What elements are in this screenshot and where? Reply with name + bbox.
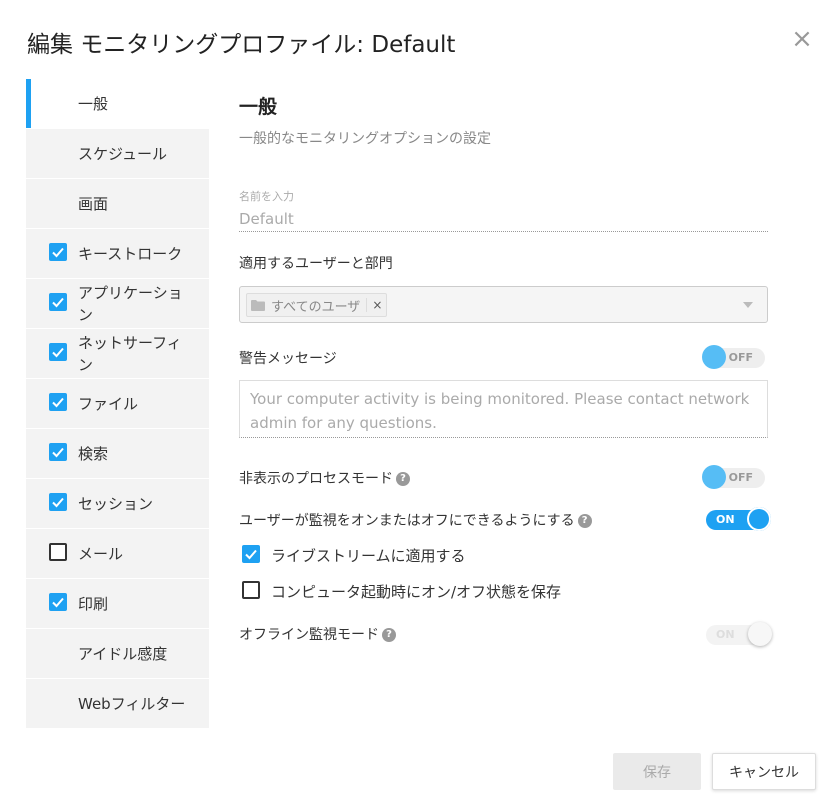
sidebar-item-web-surfing[interactable]: ネットサーフィン xyxy=(26,329,209,379)
help-icon[interactable]: ? xyxy=(396,472,410,486)
checkbox-unchecked-icon[interactable] xyxy=(49,543,67,561)
name-field-label: 名前を入力 xyxy=(239,190,294,203)
sidebar-item-label: ネットサーフィン xyxy=(78,333,182,374)
dialog-title: 編集 モニタリングプロファイル: Default xyxy=(27,32,456,58)
save-state-checkbox[interactable] xyxy=(242,581,260,599)
checkbox-checked-icon[interactable] xyxy=(49,593,67,611)
toggle-state-text: OFF xyxy=(728,471,753,484)
edit-profile-dialog: 編集 モニタリングプロファイル: Default × 一般 スケジュール 画面 … xyxy=(0,0,840,808)
sidebar-item-label: 一般 xyxy=(78,94,109,113)
sidebar-item-keystroke[interactable]: キーストローク xyxy=(26,229,209,279)
cancel-button[interactable]: キャンセル xyxy=(712,753,816,790)
toggle-state-text: ON xyxy=(716,628,735,641)
hidden-process-mode-text: 非表示のプロセスモード xyxy=(239,471,393,487)
sidebar-item-label: セッション xyxy=(78,494,154,513)
toggle-knob xyxy=(747,507,771,531)
sidebar-item-label: アプリケーション xyxy=(78,283,183,324)
checkbox-checked-icon[interactable] xyxy=(49,293,67,311)
sidebar-item-label: 印刷 xyxy=(78,594,109,613)
sidebar: 一般 スケジュール 画面 キーストローク アプリケーション ネットサーフィン フ… xyxy=(26,79,209,729)
name-input[interactable] xyxy=(239,206,768,232)
sidebar-item-label: ファイル xyxy=(78,394,139,413)
sidebar-item-label: アイドル感度 xyxy=(78,644,168,663)
sidebar-item-label: 画面 xyxy=(78,194,109,213)
offline-mode-text: オフライン監視モード xyxy=(239,627,379,643)
sidebar-item-mail[interactable]: メール xyxy=(26,529,209,579)
sidebar-item-screen[interactable]: 画面 xyxy=(26,179,209,229)
apply-users-label: 適用するユーザーと部門 xyxy=(239,256,393,272)
checkbox-checked-icon[interactable] xyxy=(49,443,67,461)
sidebar-item-schedule[interactable]: スケジュール xyxy=(26,129,209,179)
sidebar-item-label: 検索 xyxy=(78,444,109,463)
sidebar-item-label: スケジュール xyxy=(78,144,167,163)
live-stream-label: ライブストリームに適用する xyxy=(271,547,466,565)
checkmark-icon xyxy=(245,549,257,560)
user-toggle-label: ユーザーが監視をオンまたはオフにできるようにする? xyxy=(239,510,592,530)
user-toggle-text: ユーザーが監視をオンまたはオフにできるようにする xyxy=(239,513,575,529)
sidebar-item-idle-sensitivity[interactable]: アイドル感度 xyxy=(26,629,209,679)
hidden-process-mode-label: 非表示のプロセスモード? xyxy=(239,468,410,488)
live-stream-checkbox[interactable] xyxy=(242,545,260,563)
sidebar-item-general[interactable]: 一般 xyxy=(26,79,209,129)
warning-message-label: 警告メッセージ xyxy=(239,351,337,367)
sidebar-item-web-filter[interactable]: Webフィルター xyxy=(26,679,209,729)
warning-message-textarea[interactable]: Your computer activity is being monitore… xyxy=(239,380,768,438)
sidebar-item-print[interactable]: 印刷 xyxy=(26,579,209,629)
checkbox-checked-icon[interactable] xyxy=(49,393,67,411)
toggle-knob xyxy=(702,465,726,489)
sidebar-item-file[interactable]: ファイル xyxy=(26,379,209,429)
hidden-process-mode-toggle[interactable]: OFF xyxy=(702,465,765,489)
warning-message-toggle[interactable]: OFF xyxy=(702,345,765,369)
offline-mode-label: オフライン監視モード? xyxy=(239,624,396,644)
sidebar-item-label: Webフィルター xyxy=(78,694,186,713)
checkbox-checked-icon[interactable] xyxy=(49,343,67,361)
toggle-knob xyxy=(702,345,726,369)
chevron-down-icon[interactable] xyxy=(743,302,753,308)
folder-icon xyxy=(251,299,265,311)
toggle-state-text: ON xyxy=(716,513,735,526)
remove-tag-icon[interactable]: × xyxy=(366,298,382,312)
toggle-knob xyxy=(748,622,772,646)
checkbox-checked-icon[interactable] xyxy=(49,493,67,511)
sidebar-item-session[interactable]: セッション xyxy=(26,479,209,529)
users-departments-select[interactable]: すべてのユーザ × xyxy=(239,286,768,323)
checkbox-checked-icon[interactable] xyxy=(49,243,67,261)
selected-tag-label: すべてのユーザ xyxy=(271,299,361,315)
help-icon[interactable]: ? xyxy=(577,514,592,528)
save-button[interactable]: 保存 xyxy=(613,753,701,790)
offline-mode-toggle: ON xyxy=(706,622,772,646)
selected-tag: すべてのユーザ × xyxy=(246,293,388,317)
user-monitoring-toggle[interactable]: ON xyxy=(706,507,771,531)
sidebar-item-label: メール xyxy=(78,544,124,563)
toggle-state-text: OFF xyxy=(728,351,753,364)
save-state-label: コンピュータ起動時にオン/オフ状態を保存 xyxy=(271,583,562,601)
sidebar-item-label: キーストローク xyxy=(78,244,183,263)
sidebar-item-application[interactable]: アプリケーション xyxy=(26,279,209,329)
help-icon[interactable]: ? xyxy=(382,628,396,642)
section-title: 一般 xyxy=(239,96,278,118)
sidebar-item-search[interactable]: 検索 xyxy=(26,429,209,479)
section-subtitle: 一般的なモニタリングオプションの設定 xyxy=(239,131,491,147)
close-icon[interactable]: × xyxy=(790,26,814,52)
